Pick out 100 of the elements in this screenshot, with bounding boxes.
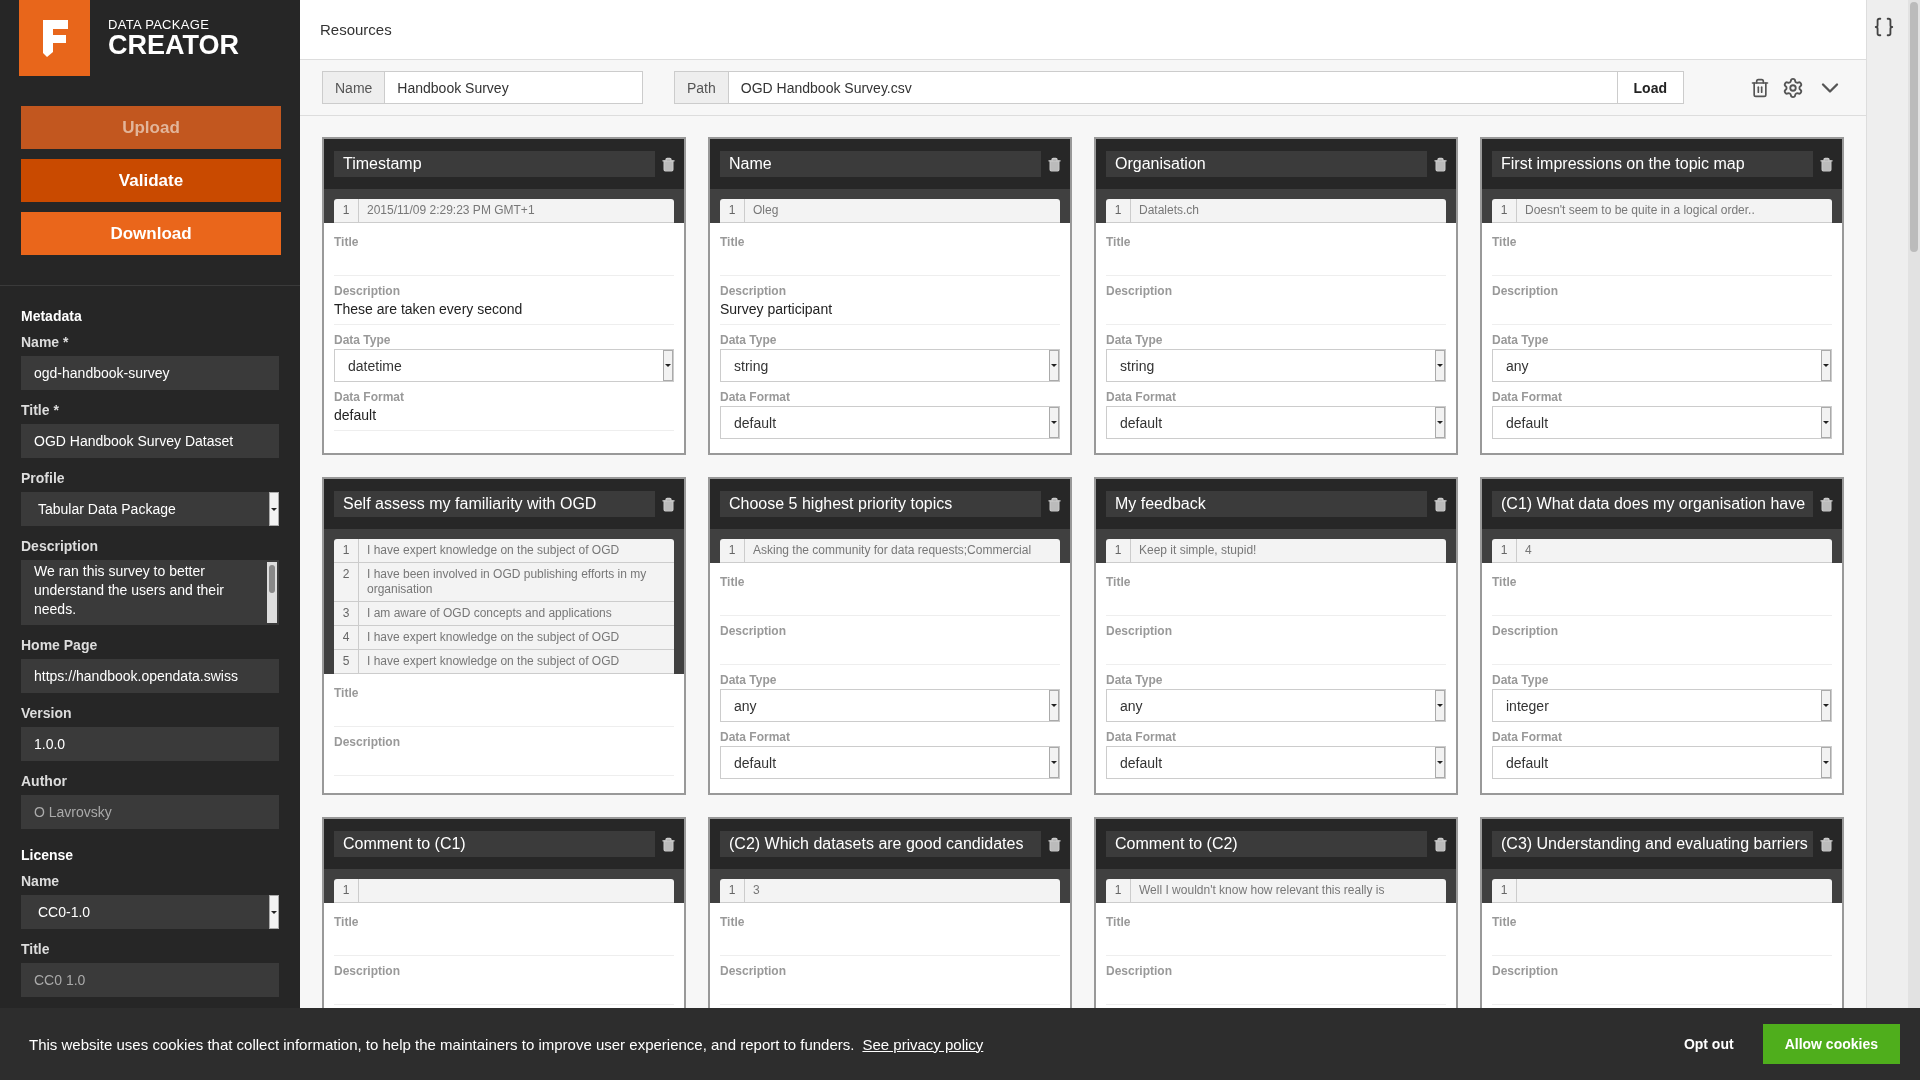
name-field[interactable]: Name Handbook Survey [322, 71, 643, 104]
column-name-field[interactable]: (C1) What data does my organisation have [1492, 491, 1813, 517]
select-field[interactable]: default [1492, 746, 1832, 779]
field-label: Title [1492, 235, 1518, 249]
table-cell-text: Asking the community for data requests;Commercial [752, 542, 1033, 559]
brand-subtitle: DATA PACKAGE [108, 17, 211, 32]
column-name-field[interactable]: Name [720, 151, 1041, 177]
opt-out-button[interactable]: Opt out [1663, 1026, 1754, 1062]
column-name-field[interactable]: (C2) Which datasets are good candidates [720, 831, 1041, 857]
table-cell-text: Oleg [752, 202, 780, 219]
select-field[interactable]: CC0-1.0 [21, 895, 279, 929]
column-name-field[interactable]: Comment to (C2) [1106, 831, 1427, 857]
field-label: Data Format [1492, 390, 1563, 404]
field-label: Description [1492, 284, 1559, 298]
select-field[interactable]: Tabular Data Package [21, 492, 279, 526]
column-name-field[interactable]: (C3) Understanding and evaluating barriers [1492, 831, 1813, 857]
select-field[interactable]: any [1492, 349, 1832, 382]
delete-icon[interactable] [661, 496, 676, 512]
field-label: Author [21, 773, 68, 789]
select-field[interactable]: datetime [334, 349, 674, 382]
row-number: 2 [334, 563, 359, 601]
field-label: Description [1106, 624, 1173, 638]
column-name-field[interactable]: Comment to (C1) [334, 831, 655, 857]
column-name-field[interactable]: Timestamp [334, 151, 655, 177]
delete-icon[interactable] [661, 156, 676, 172]
field-label: Data Format [720, 390, 791, 404]
section-heading: Metadata [21, 308, 83, 324]
select-field[interactable]: default [1106, 746, 1446, 779]
delete-icon[interactable] [1047, 496, 1062, 512]
delete-icon[interactable] [661, 836, 676, 852]
delete-icon[interactable] [1750, 77, 1770, 98]
select-field[interactable]: string [720, 349, 1060, 382]
caret-icon [1049, 747, 1059, 778]
field-label: Description [334, 964, 401, 978]
delete-icon[interactable] [1433, 836, 1448, 852]
path-field[interactable]: Path OGD Handbook Survey.csv [674, 71, 1618, 104]
text-field[interactable]: https://handbook.opendata.swiss [21, 659, 279, 693]
textarea-field[interactable]: We ran this survey to better understand the users and their needs. [21, 560, 279, 625]
select-field[interactable]: default [720, 406, 1060, 439]
table-cell-text: Datalets.ch [1138, 202, 1201, 219]
field-label: Data Type [1106, 333, 1164, 347]
text-field[interactable]: 1.0.0 [21, 727, 279, 761]
caret-icon [1821, 350, 1831, 381]
delete-icon[interactable] [1819, 496, 1834, 512]
settings-icon[interactable] [1782, 76, 1804, 99]
load-button[interactable]: Load [1617, 71, 1684, 104]
select-field[interactable]: default [720, 746, 1060, 779]
column-name-field[interactable]: First impressions on the topic map [1492, 151, 1813, 177]
field-label: Name [21, 873, 61, 889]
column-name-field[interactable]: Organisation [1106, 151, 1427, 177]
row-number: 1 [334, 539, 359, 562]
caret-icon [269, 492, 279, 526]
field-label: Title [1492, 575, 1518, 589]
field-label: Title [1106, 915, 1132, 929]
inline-text-field[interactable]: These are taken every second [334, 300, 674, 325]
table-cell-text: 4 [1524, 542, 1533, 559]
delete-icon[interactable] [1433, 496, 1448, 512]
select-field[interactable]: any [720, 689, 1060, 722]
delete-icon[interactable] [1819, 156, 1834, 172]
field-label: Data Type [1492, 333, 1550, 347]
select-field[interactable]: integer [1492, 689, 1832, 722]
select-field[interactable]: string [1106, 349, 1446, 382]
row-number: 5 [334, 650, 359, 673]
field-label: Description [1106, 284, 1173, 298]
row-number: 1 [1492, 879, 1517, 902]
caret-icon [269, 895, 279, 929]
column-name-field[interactable]: My feedback [1106, 491, 1427, 517]
column-name-field[interactable]: Self assess my familiarity with OGD [334, 491, 655, 517]
field-label: Data Type [720, 673, 778, 687]
inline-text-field[interactable]: default [334, 406, 674, 431]
delete-icon[interactable] [1433, 156, 1448, 172]
field-label: Data Type [1106, 673, 1164, 687]
select-field[interactable]: default [1106, 406, 1446, 439]
table-cell-text: 3 [752, 882, 761, 899]
table-cell-text: I am aware of OGD concepts and applications [366, 605, 613, 622]
select-field[interactable]: any [1106, 689, 1446, 722]
inline-text-field[interactable]: Survey participant [720, 300, 1060, 325]
delete-icon[interactable] [1047, 156, 1062, 172]
row-number: 1 [1106, 199, 1131, 222]
row-number: 1 [1106, 539, 1131, 562]
sidebar-button[interactable]: Validate [21, 159, 281, 202]
privacy-link[interactable]: See privacy policy [862, 1035, 984, 1053]
field-label: Title [334, 686, 360, 700]
field-label: Data Format [1492, 730, 1563, 744]
row-number: 3 [334, 602, 359, 625]
column-name-field[interactable]: Choose 5 highest priority topics [720, 491, 1041, 517]
delete-icon[interactable] [1047, 836, 1062, 852]
field-label: Description [1492, 624, 1559, 638]
logo-icon [19, 0, 90, 76]
caret-icon [1435, 407, 1445, 438]
field-label: Title [720, 235, 746, 249]
delete-icon[interactable] [1819, 836, 1834, 852]
text-field[interactable]: CC0 1.0 [21, 963, 279, 997]
text-field[interactable]: ogd-handbook-survey [21, 356, 279, 390]
field-label: Data Format [1106, 390, 1177, 404]
text-field[interactable]: O Lavrovsky [21, 795, 279, 829]
select-field[interactable]: default [1492, 406, 1832, 439]
text-field[interactable]: OGD Handbook Survey Dataset [21, 424, 279, 458]
table-cell-text: I have expert knowledge on the subject of OGD [366, 542, 621, 559]
caret-icon [1821, 407, 1831, 438]
